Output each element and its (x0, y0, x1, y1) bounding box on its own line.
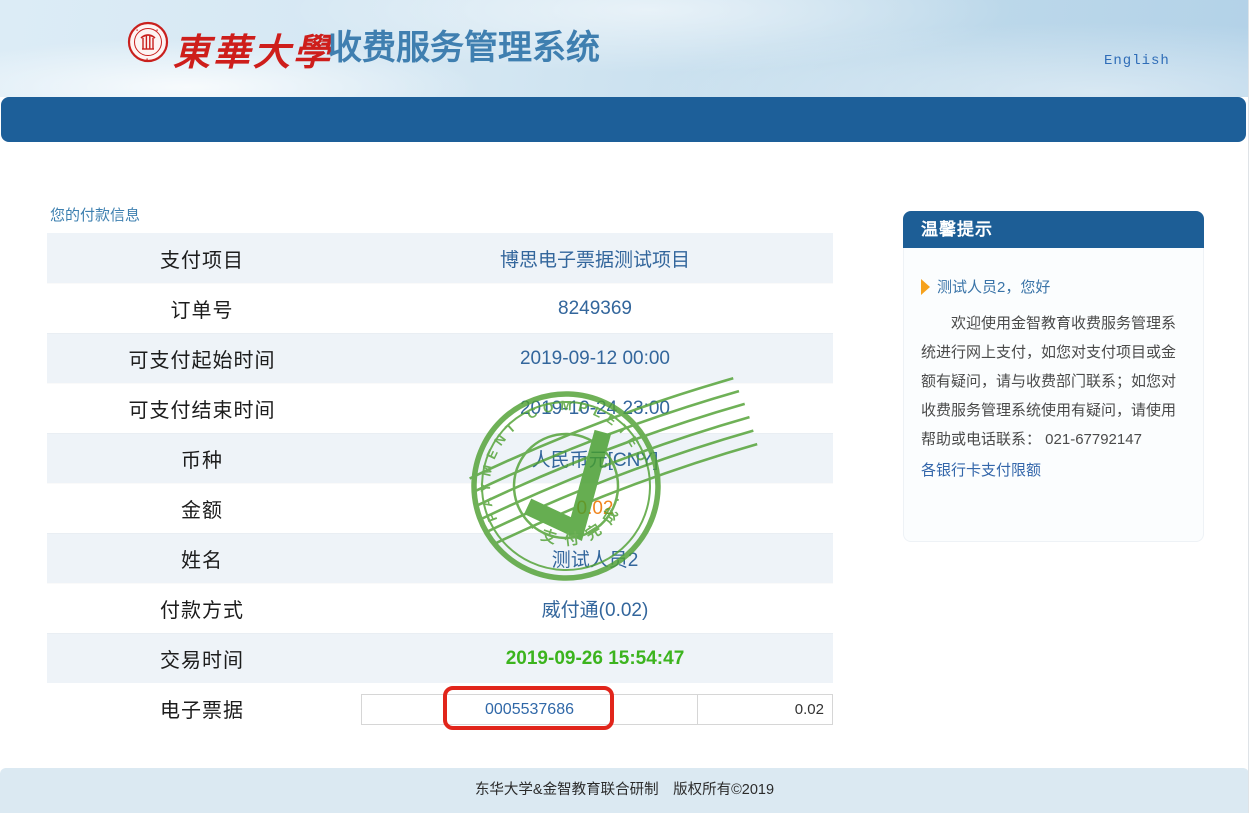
table-row: 可支付结束时间2019-10-24 23:00 (47, 383, 833, 433)
table-row: 付款方式威付通(0.02) (47, 583, 833, 633)
row-value: 测试人员2 (357, 545, 833, 572)
row-value: 2019-09-26 15:54:47 (357, 648, 833, 670)
sidebar-tips-panel: 测试人员2，您好 欢迎使用金智教育收费服务管理系统进行网上支付，如您对支付项目或… (903, 248, 1204, 542)
row-label: 交易时间 (47, 644, 357, 673)
orange-arrow-icon (921, 279, 930, 295)
row-label: 电子票据 (47, 694, 357, 723)
sidebar-message: 欢迎使用金智教育收费服务管理系统进行网上支付，如您对支付项目或金额有疑问，请与收… (921, 309, 1186, 454)
sidebar-greeting: 测试人员2，您好 (921, 276, 1186, 297)
svg-text:●: ● (136, 28, 138, 32)
row-label: 币种 (47, 444, 357, 473)
row-value: 8249369 (357, 298, 833, 320)
row-label: 付款方式 (47, 594, 357, 623)
table-row: 支付项目博思电子票据测试项目 (47, 233, 833, 283)
section-title: 您的付款信息 (50, 204, 140, 225)
row-label: 支付项目 (47, 244, 357, 273)
row-value: 人民币元[CNY] (357, 445, 833, 472)
main-navbar (1, 97, 1246, 142)
row-value: 博思电子票据测试项目 (357, 245, 833, 272)
invoice-table: 0005537686 0.02 (361, 694, 833, 725)
bank-card-limit-link[interactable]: 各银行卡支付限额 (921, 459, 1041, 480)
table-row: 币种人民币元[CNY] (47, 433, 833, 483)
row-label: 姓名 (47, 544, 357, 573)
row-label: 可支付起始时间 (47, 344, 357, 373)
university-name: 東華大學 (173, 22, 333, 76)
table-row: 交易时间2019-09-26 15:54:47 (47, 633, 833, 683)
row-value: 2019-09-12 00:00 (357, 348, 833, 370)
system-title: 收费服务管理系统 (328, 20, 600, 69)
table-row: 订单号8249369 (47, 283, 833, 333)
table-row-invoice: 电子票据 0005537686 0.02 (47, 683, 833, 733)
table-row: 可支付起始时间2019-09-12 00:00 (47, 333, 833, 383)
payment-result-page: ● ● ● 東華大學 收费服务管理系统 English 您的付款信息 支付项目博思… (0, 0, 1249, 813)
table-row: 姓名测试人员2 (47, 533, 833, 583)
row-label: 可支付结束时间 (47, 394, 357, 423)
page-footer: 东华大学&金智教育联合研制 版权所有©2019 (0, 768, 1249, 813)
page-header: ● ● ● 東華大學 收费服务管理系统 English (0, 0, 1249, 97)
invoice-amount: 0.02 (698, 695, 832, 724)
svg-text:●: ● (146, 57, 148, 61)
row-value: 2019-10-24 23:00 (357, 398, 833, 420)
payment-table: 支付项目博思电子票据测试项目订单号8249369可支付起始时间2019-09-1… (47, 233, 833, 733)
row-label: 订单号 (47, 294, 357, 323)
invoice-number-link[interactable]: 0005537686 (362, 695, 698, 724)
row-value: 威付通(0.02) (357, 595, 833, 622)
row-value: 0.02 (357, 498, 833, 520)
sidebar-tips-header: 温馨提示 (903, 211, 1204, 248)
university-seal-icon: ● ● ● (127, 21, 169, 63)
table-row: 金额0.02 (47, 483, 833, 533)
row-label: 金额 (47, 494, 357, 523)
svg-text:●: ● (156, 28, 158, 32)
greeting-text: 测试人员2，您好 (937, 276, 1050, 297)
english-language-link[interactable]: English (1104, 53, 1170, 69)
